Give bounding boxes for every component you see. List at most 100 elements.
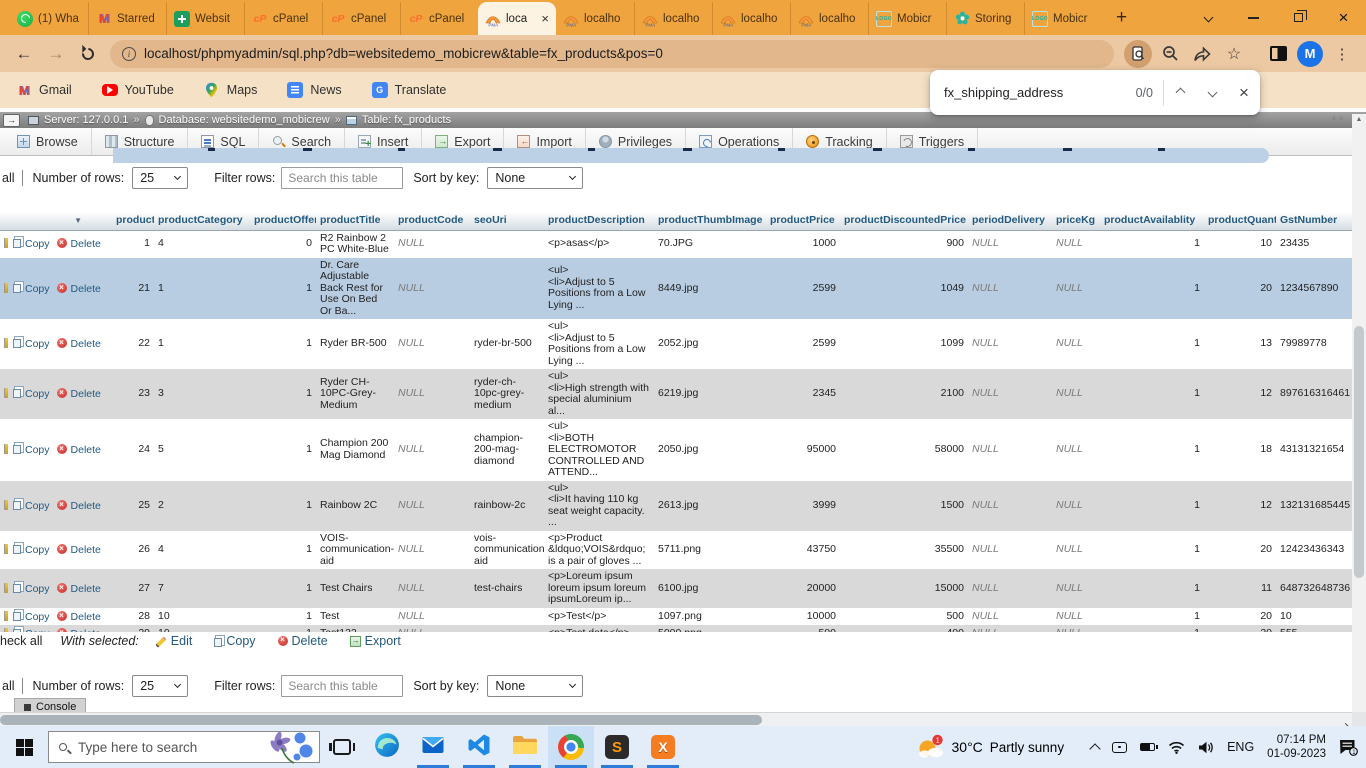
wifi-icon[interactable]: [1168, 741, 1185, 754]
scroll-to-top-icon[interactable]: ▲▲: [1330, 113, 1344, 122]
find-close-button[interactable]: ×: [1228, 77, 1260, 109]
row-copy-link[interactable]: Copy: [25, 444, 50, 456]
copy-icon[interactable]: [13, 584, 21, 593]
weather-widget[interactable]: 1 30°C Partly sunny: [917, 734, 1079, 761]
row-copy-link[interactable]: Copy: [25, 388, 50, 400]
restore-button[interactable]: [1276, 0, 1321, 35]
tab-search-menu-button[interactable]: [1186, 0, 1231, 35]
browser-tab[interactable]: Storing: [946, 2, 1024, 35]
bookmark-button[interactable]: ☆: [1218, 39, 1250, 69]
horizontal-scrollbar[interactable]: [0, 712, 1352, 726]
column-header-productCategory[interactable]: productCategory: [154, 212, 250, 230]
edit-icon-clipped[interactable]: [4, 338, 8, 348]
taskbar-app-chrome[interactable]: [548, 726, 594, 768]
edit-icon-clipped[interactable]: [4, 388, 8, 398]
row-delete-link[interactable]: Delete: [71, 628, 101, 632]
edit-icon-clipped[interactable]: [4, 611, 8, 621]
copy-icon[interactable]: [13, 239, 21, 248]
delete-icon[interactable]: [57, 628, 67, 632]
row-delete-link[interactable]: Delete: [71, 544, 101, 556]
column-header-productPrice[interactable]: productPrice: [766, 212, 840, 230]
start-button[interactable]: [0, 726, 48, 768]
row-delete-link[interactable]: Delete: [71, 283, 101, 295]
number-of-rows-select[interactable]: 25: [132, 675, 188, 697]
copy-icon[interactable]: [13, 445, 21, 454]
browser-tab[interactable]: PMAlocalho: [790, 2, 868, 35]
row-copy-link[interactable]: Copy: [25, 583, 50, 595]
copy-icon[interactable]: [13, 284, 21, 293]
browser-tab[interactable]: PMAlocalho: [634, 2, 712, 35]
with-selected-copy-link[interactable]: Copy: [214, 634, 255, 648]
column-header-GstNumber[interactable]: GstNumber: [1276, 212, 1352, 230]
horizontal-scrollbar-thumb[interactable]: [0, 715, 762, 725]
cast-icon[interactable]: [1112, 742, 1127, 753]
column-header-seoUri[interactable]: seoUri: [470, 212, 544, 230]
bookmark-gmail[interactable]: Gmail: [16, 82, 72, 98]
row-delete-link[interactable]: Delete: [71, 444, 101, 456]
column-header-productDiscountedPrice[interactable]: productDiscountedPrice: [840, 212, 968, 230]
taskbar-app-vscode[interactable]: [456, 726, 502, 768]
row-delete-link[interactable]: Delete: [71, 238, 101, 250]
browser-tab[interactable]: Starred: [88, 2, 166, 35]
forward-button[interactable]: →: [40, 39, 72, 69]
delete-icon[interactable]: [57, 544, 67, 554]
show-all-label[interactable]: all: [2, 171, 15, 185]
row-copy-link[interactable]: Copy: [25, 338, 50, 350]
number-of-rows-select[interactable]: 25: [132, 167, 188, 189]
row-copy-link[interactable]: Copy: [25, 500, 50, 512]
column-header-productCode[interactable]: productCode: [394, 212, 470, 230]
browser-tab[interactable]: cPanel: [322, 2, 400, 35]
column-header-productOffer[interactable]: productOffer: [250, 212, 316, 230]
zoom-button[interactable]: [1154, 39, 1186, 69]
browser-tab[interactable]: PMAlocalho: [556, 2, 634, 35]
edit-icon-clipped[interactable]: [4, 544, 8, 554]
delete-icon[interactable]: [57, 583, 67, 593]
copy-icon[interactable]: [13, 612, 21, 621]
new-tab-button[interactable]: +: [1116, 8, 1127, 27]
column-header-periodDelivery[interactable]: periodDelivery: [968, 212, 1052, 230]
site-info-icon[interactable]: i: [122, 47, 136, 61]
row-delete-link[interactable]: Delete: [71, 388, 101, 400]
sort-by-key-select[interactable]: None: [487, 167, 583, 189]
column-header-productDescription[interactable]: productDescription: [544, 212, 654, 230]
browser-tab[interactable]: cPanel: [400, 2, 478, 35]
edit-icon-clipped[interactable]: [4, 444, 8, 454]
taskbar-app-mail[interactable]: [410, 726, 456, 768]
taskbar-search-input[interactable]: [76, 739, 258, 756]
share-button[interactable]: [1186, 39, 1218, 69]
copy-icon[interactable]: [13, 629, 21, 632]
breadcrumb-database[interactable]: Database: websitedemo_mobicrew: [159, 114, 330, 126]
row-delete-link[interactable]: Delete: [71, 583, 101, 595]
delete-icon[interactable]: [57, 500, 67, 510]
delete-icon[interactable]: [57, 611, 67, 621]
column-header-productQuantity[interactable]: productQuantity: [1204, 212, 1276, 230]
find-previous-button[interactable]: [1164, 77, 1196, 109]
edit-icon-clipped[interactable]: [4, 628, 8, 632]
row-delete-link[interactable]: Delete: [71, 611, 101, 623]
find-input[interactable]: [930, 84, 1136, 101]
taskbar-app-xampp[interactable]: [640, 726, 686, 768]
battery-icon[interactable]: [1140, 743, 1155, 751]
browser-tab[interactable]: cPanel: [244, 2, 322, 35]
edit-icon-clipped[interactable]: [4, 500, 8, 510]
back-button[interactable]: ←: [8, 39, 40, 69]
bookmark-translate[interactable]: Translate: [372, 82, 447, 98]
browser-tab[interactable]: Websit: [166, 2, 244, 35]
bookmark-maps[interactable]: Maps: [204, 82, 258, 98]
check-all-label[interactable]: heck all: [0, 634, 42, 648]
edit-icon-clipped[interactable]: [4, 238, 8, 248]
delete-icon[interactable]: [57, 283, 67, 293]
notification-center-icon[interactable]: 1: [1339, 739, 1358, 756]
browser-tab[interactable]: Mobicr: [1024, 2, 1102, 35]
row-delete-link[interactable]: Delete: [71, 500, 101, 512]
reload-button[interactable]: [72, 39, 104, 69]
tab-close-icon[interactable]: ×: [541, 11, 549, 26]
column-header-productTitle[interactable]: productTitle: [316, 212, 394, 230]
with-selected-delete-link[interactable]: Delete: [278, 634, 328, 648]
row-copy-link[interactable]: Copy: [25, 238, 50, 250]
column-header-productID[interactable]: productID: [112, 212, 154, 230]
row-copy-link[interactable]: Copy: [25, 628, 50, 632]
filter-rows-input[interactable]: [281, 167, 403, 189]
profile-button[interactable]: M: [1294, 39, 1326, 69]
minimize-button[interactable]: [1231, 0, 1276, 35]
